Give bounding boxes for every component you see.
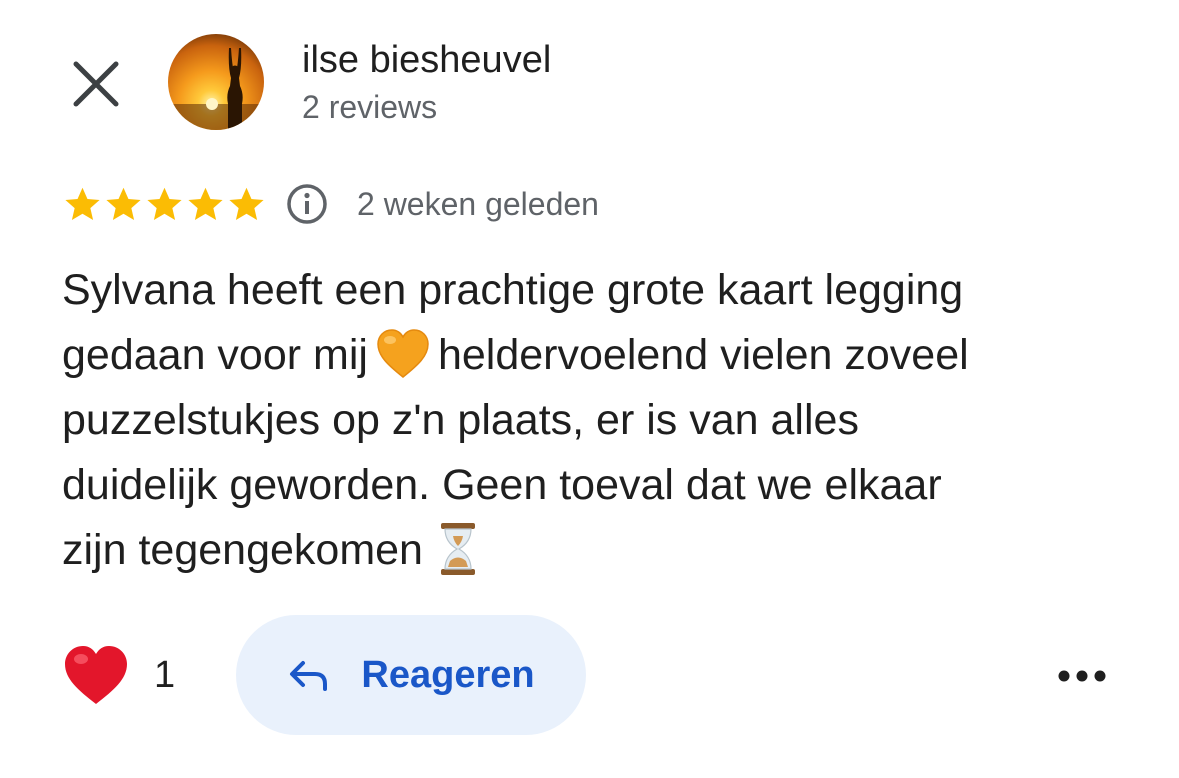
star-rating xyxy=(62,184,267,225)
review-line: puzzelstukjes op z'n plaats, er is van a… xyxy=(62,396,859,444)
close-button[interactable] xyxy=(66,54,126,114)
review-card: ilse biesheuvel 2 reviews 2 weken gelede… xyxy=(0,0,1179,778)
avatar[interactable] xyxy=(168,34,264,130)
star-icon xyxy=(147,187,182,220)
review-line: gedaan voor mij xyxy=(62,331,368,379)
more-options-icon xyxy=(1058,670,1106,682)
like-count: 1 xyxy=(154,653,176,696)
review-line: zijn tegengekomen xyxy=(62,526,423,574)
orange-heart-emoji xyxy=(377,328,429,378)
author-name[interactable]: ilse biesheuvel xyxy=(302,38,551,82)
more-options-button[interactable] xyxy=(1050,650,1114,702)
review-date: 2 weken geleden xyxy=(357,185,599,222)
star-icon xyxy=(188,187,223,220)
close-icon xyxy=(73,61,119,107)
reply-label: Reageren xyxy=(361,653,535,696)
review-line: Sylvana heeft een prachtige grote kaart … xyxy=(62,266,964,314)
hourglass-emoji xyxy=(440,522,475,575)
rating-row: 2 weken geleden xyxy=(62,180,599,228)
review-count[interactable]: 2 reviews xyxy=(302,88,437,126)
review-line-with-emoji: zijn tegengekomen xyxy=(62,518,1142,583)
reply-button[interactable]: Reageren xyxy=(236,615,586,735)
star-icon xyxy=(106,187,141,220)
reply-arrow-icon xyxy=(290,661,328,691)
like-button[interactable]: 1 xyxy=(62,642,175,708)
info-icon[interactable] xyxy=(285,182,329,226)
star-icon xyxy=(229,187,264,220)
review-line-with-emoji: gedaan voor mij heldervoelend vielen zov… xyxy=(62,323,1142,388)
review-line: duidelijk geworden. Geen toeval dat we e… xyxy=(62,461,942,509)
red-heart-icon xyxy=(65,646,127,704)
review-line: heldervoelend vielen zoveel xyxy=(437,331,969,379)
star-icon xyxy=(65,187,100,220)
review-text: Sylvana heeft een prachtige grote kaart … xyxy=(62,258,1142,583)
